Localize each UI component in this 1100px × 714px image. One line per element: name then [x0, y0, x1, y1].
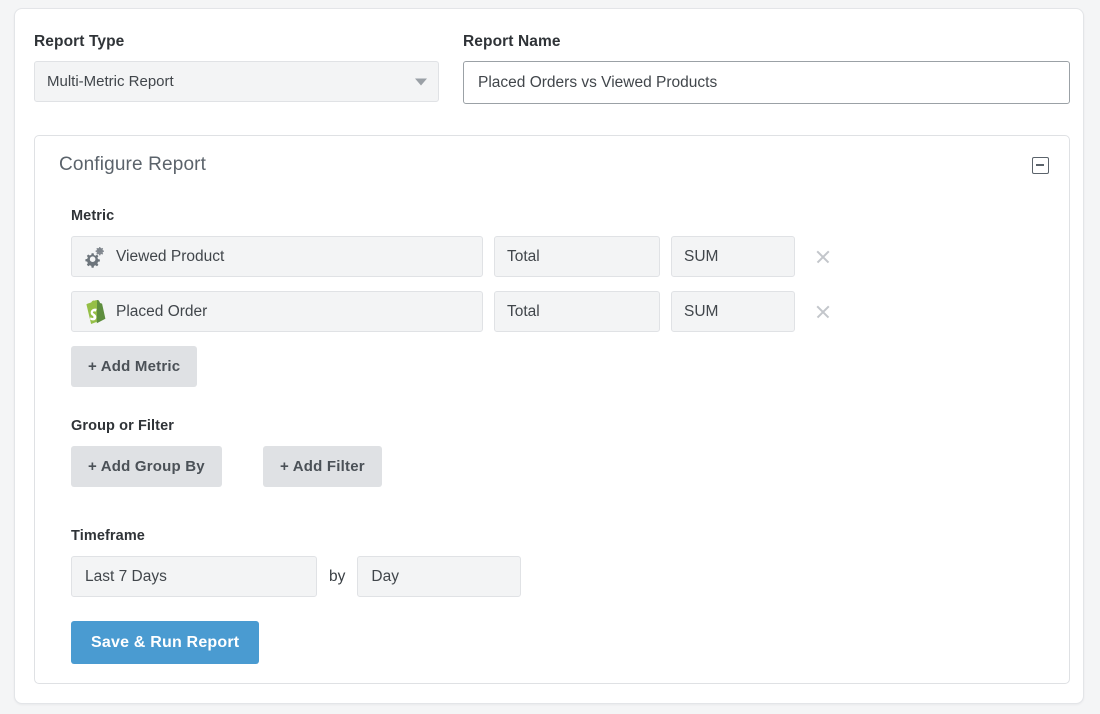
panel-title: Configure Report	[59, 154, 206, 175]
report-name-label: Report Name	[463, 33, 1070, 51]
report-name-input[interactable]	[463, 61, 1070, 104]
metric-aggregation-0: SUM	[684, 248, 718, 266]
report-type-select[interactable]: Multi-Metric Report	[34, 61, 439, 102]
group-filter-section-label: Group or Filter	[71, 418, 174, 434]
add-group-by-button[interactable]: + Add Group By	[71, 446, 222, 487]
metric-row: Placed Order Total SUM	[71, 291, 831, 332]
timeframe-section-label: Timeframe	[71, 528, 145, 544]
report-meta-row: Report Type Multi-Metric Report Report N…	[34, 33, 1070, 104]
minus-square-icon[interactable]	[1032, 157, 1049, 174]
metric-measure-select-0[interactable]: Total	[494, 236, 660, 277]
configure-report-panel: Configure Report Metric	[34, 135, 1070, 684]
add-metric-button[interactable]: + Add Metric	[71, 346, 197, 387]
add-filter-button[interactable]: + Add Filter	[263, 446, 382, 487]
close-icon[interactable]	[815, 249, 831, 265]
metric-name-1: Placed Order	[116, 303, 207, 321]
metric-measure-select-1[interactable]: Total	[494, 291, 660, 332]
metric-select-0[interactable]: Viewed Product	[71, 236, 483, 277]
timeframe-range-value: Last 7 Days	[85, 568, 167, 586]
metric-row: Viewed Product Total SUM	[71, 236, 831, 277]
gears-icon	[83, 245, 107, 269]
timeframe-row: Last 7 Days by Day	[71, 556, 521, 597]
metric-measure-0: Total	[507, 248, 540, 266]
report-name-field: Report Name	[463, 33, 1070, 104]
close-icon[interactable]	[815, 304, 831, 320]
timeframe-range-select[interactable]: Last 7 Days	[71, 556, 317, 597]
metric-aggregation-select-1[interactable]: SUM	[671, 291, 795, 332]
timeframe-interval-value: Day	[371, 568, 399, 586]
timeframe-by-label: by	[329, 568, 345, 586]
metric-measure-1: Total	[507, 303, 540, 321]
shopify-bag-icon	[83, 300, 107, 324]
report-type-label: Report Type	[34, 33, 439, 51]
metric-aggregation-1: SUM	[684, 303, 718, 321]
save-and-run-report-button[interactable]: Save & Run Report	[71, 621, 259, 664]
report-type-value: Multi-Metric Report	[47, 73, 174, 90]
report-type-field: Report Type Multi-Metric Report	[34, 33, 439, 104]
metric-aggregation-select-0[interactable]: SUM	[671, 236, 795, 277]
metric-name-0: Viewed Product	[116, 248, 224, 266]
timeframe-interval-select[interactable]: Day	[357, 556, 521, 597]
metric-section-label: Metric	[71, 208, 114, 224]
report-builder-card: Report Type Multi-Metric Report Report N…	[14, 8, 1084, 704]
chevron-down-icon	[415, 78, 427, 85]
metric-select-1[interactable]: Placed Order	[71, 291, 483, 332]
configure-panel-header: Configure Report	[59, 154, 1049, 184]
